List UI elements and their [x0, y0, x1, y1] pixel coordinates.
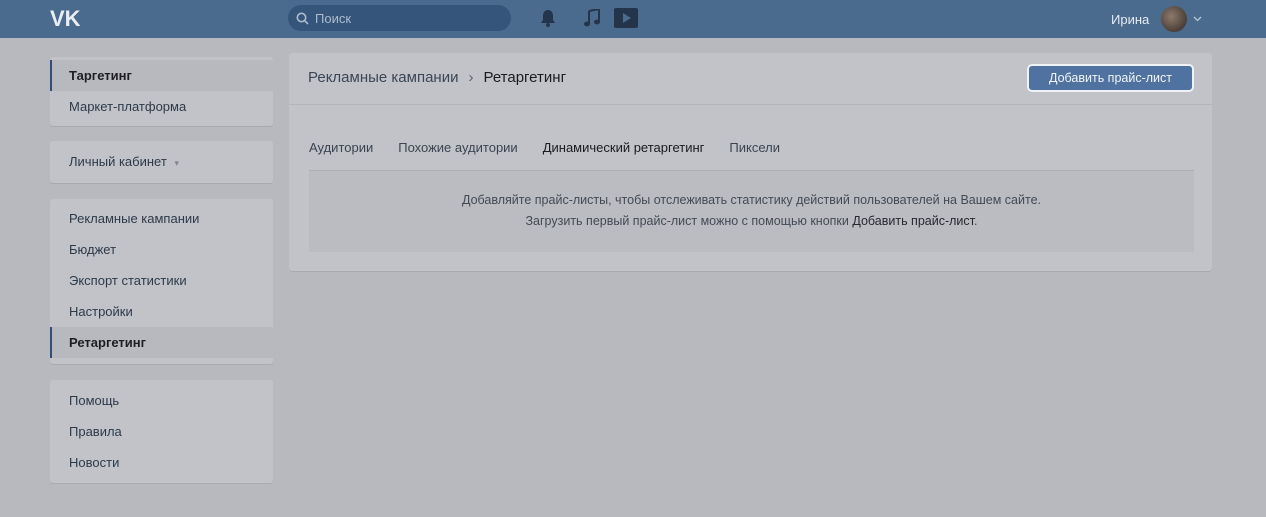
music-icon[interactable]: [584, 7, 600, 30]
sidebar-block-cabinet: Личный кабинет ▾: [50, 141, 273, 183]
video-icon[interactable]: [614, 8, 638, 31]
svg-text:VK: VK: [50, 6, 81, 30]
empty-state-notice: Добавляйте прайс-листы, чтобы отслеживат…: [309, 170, 1194, 252]
avatar: [1161, 6, 1188, 32]
main-panel: Рекламные кампании › Ретаргетинг Добавит…: [289, 53, 1212, 271]
sidebar-block-help: Помощь Правила Новости: [50, 380, 273, 483]
breadcrumb-current: Ретаргетинг: [483, 69, 567, 86]
sidebar-item-retargeting[interactable]: Ретаргетинг: [50, 327, 273, 358]
sidebar-item-export-stats[interactable]: Экспорт статистики: [50, 265, 273, 296]
sidebar-item-targeting[interactable]: Таргетинг: [50, 60, 273, 91]
sidebar-item-budget[interactable]: Бюджет: [50, 234, 273, 265]
add-price-list-button[interactable]: Добавить прайс-лист: [1027, 64, 1194, 92]
tab-dynamic-retargeting[interactable]: Динамический ретаргетинг: [536, 136, 711, 173]
notice-add-price-list-link[interactable]: Добавить прайс-лист: [852, 214, 974, 228]
cabinet-label: Личный кабинет: [69, 154, 167, 169]
search-placeholder: Поиск: [315, 10, 352, 26]
tab-bar: Аудитории Похожие аудитории Динамический…: [309, 136, 1194, 173]
tab-lookalike-audiences[interactable]: Похожие аудитории: [398, 136, 523, 170]
search-icon: [296, 12, 309, 25]
search-input[interactable]: Поиск: [288, 5, 511, 31]
user-name: Ирина: [1111, 11, 1150, 27]
sidebar-item-rules[interactable]: Правила: [50, 416, 273, 447]
sidebar-block-targeting: Таргетинг Маркет-платформа: [50, 57, 273, 126]
notice-line-1: Добавляйте прайс-листы, чтобы отслеживат…: [462, 193, 1041, 207]
chevron-down-icon: ▾: [174, 158, 179, 168]
chevron-down-icon: [1193, 16, 1202, 22]
tab-pixels[interactable]: Пиксели: [729, 136, 786, 170]
breadcrumb-parent[interactable]: Рекламные кампании: [308, 69, 458, 86]
vk-logo-icon[interactable]: VK: [50, 6, 84, 31]
notice-line-2-text: Загрузить первый прайс-лист можно с помо…: [525, 214, 853, 228]
notice-line-2: Загрузить первый прайс-лист можно с помо…: [309, 211, 1194, 232]
sidebar-item-help[interactable]: Помощь: [50, 385, 273, 416]
sidebar-item-market-platform[interactable]: Маркет-платформа: [50, 91, 273, 122]
sidebar-item-settings[interactable]: Настройки: [50, 296, 273, 327]
panel-header: Рекламные кампании › Ретаргетинг Добавит…: [289, 53, 1212, 105]
notice-line-2-end: .: [974, 214, 978, 228]
breadcrumb-separator-icon: ›: [468, 69, 474, 86]
breadcrumb: Рекламные кампании › Ретаргетинг: [308, 69, 566, 86]
top-header: VK Поиск Ирина: [0, 0, 1266, 38]
sidebar-item-ad-campaigns[interactable]: Рекламные кампании: [50, 203, 273, 234]
sidebar-block-ads: Рекламные кампании Бюджет Экспорт статис…: [50, 199, 273, 364]
sidebar-item-news[interactable]: Новости: [50, 447, 273, 478]
tab-audiences[interactable]: Аудитории: [309, 136, 379, 170]
user-menu[interactable]: Ирина: [1111, 0, 1202, 38]
bell-icon[interactable]: [540, 9, 556, 30]
cabinet-dropdown[interactable]: Личный кабинет ▾: [50, 141, 273, 182]
